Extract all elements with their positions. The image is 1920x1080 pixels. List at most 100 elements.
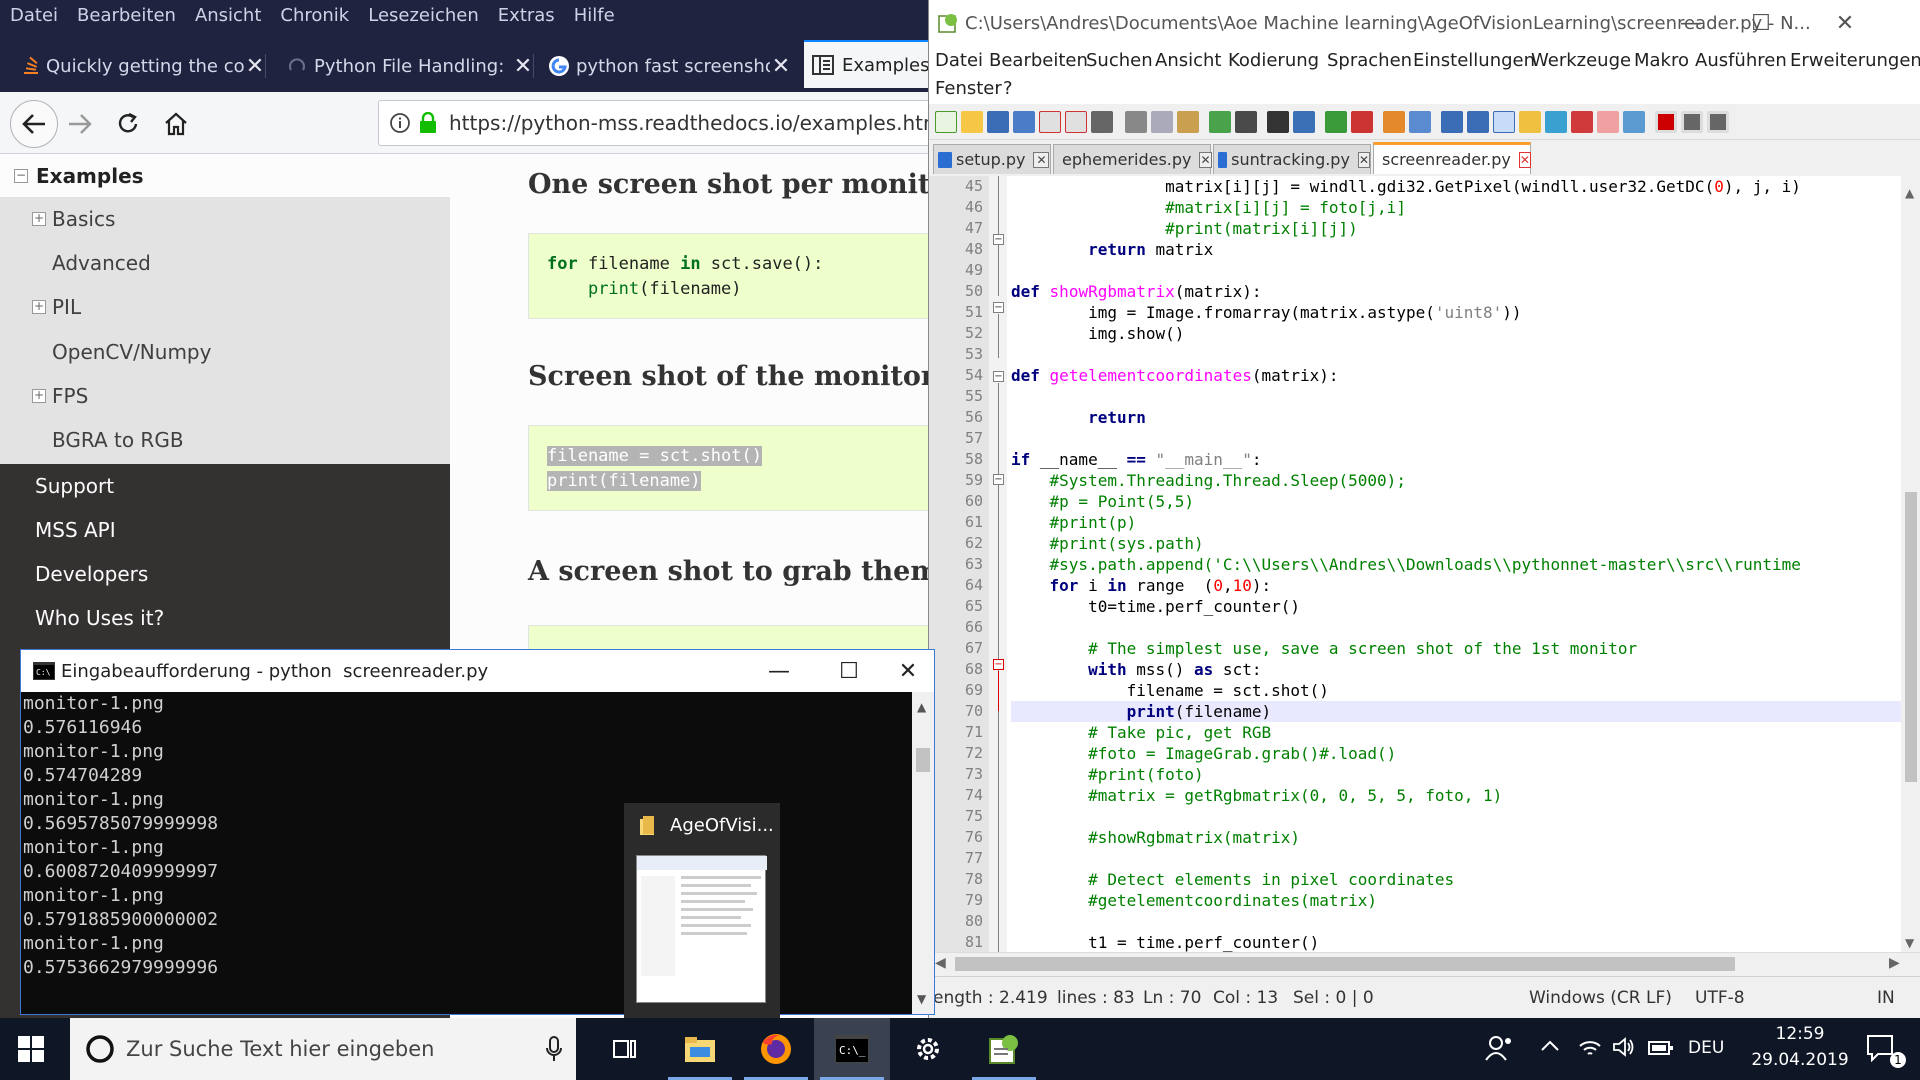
menu-sprachen[interactable]: Sprachen [1327, 50, 1412, 71]
stop-macro-icon[interactable] [1681, 111, 1703, 133]
zoom-in-icon[interactable] [1325, 111, 1347, 133]
clock-date[interactable]: 29.04.2019 [1740, 1050, 1860, 1070]
replace-icon[interactable] [1293, 111, 1315, 133]
taskbar-app-settings[interactable] [890, 1018, 966, 1080]
close-button[interactable]: ✕ [1809, 0, 1881, 46]
browser-tab[interactable]: Quickly getting the co ✕ [16, 44, 266, 88]
taskbar-thumbnail-preview[interactable]: AgeOfVisi... [624, 803, 780, 1018]
language-indicator[interactable]: DEU [1688, 1038, 1724, 1058]
info-icon[interactable] [389, 112, 411, 134]
wifi-icon[interactable] [1578, 1036, 1602, 1058]
play-macro-icon[interactable] [1707, 111, 1729, 133]
save-all-icon[interactable] [1013, 111, 1035, 133]
taskbar-app-explorer[interactable] [662, 1018, 738, 1080]
scroll-up-icon[interactable]: ▲ [917, 700, 926, 714]
file-tab[interactable]: setup.py ✕ [933, 144, 1051, 174]
minimize-button[interactable]: — [1655, 0, 1727, 46]
close-tab-icon[interactable]: ✕ [1033, 151, 1050, 168]
zoom-out-icon[interactable] [1351, 111, 1373, 133]
scroll-left-icon[interactable]: ◀ [935, 955, 946, 971]
sidebar-item-fps[interactable]: + FPS [0, 374, 450, 418]
indent-guide-icon[interactable] [1493, 111, 1515, 133]
fold-collapse-icon[interactable]: − [993, 474, 1004, 485]
redo-icon[interactable] [1235, 111, 1257, 133]
sidebar-item-developers[interactable]: Developers [0, 552, 450, 596]
fold-collapse-icon[interactable]: − [993, 659, 1004, 670]
url-bar[interactable]: https://python-mss.readthedocs.io/exampl… [378, 100, 928, 146]
taskbar-app-firefox[interactable] [738, 1018, 814, 1080]
close-tab-icon[interactable]: ✕ [1518, 151, 1531, 168]
maximize-button[interactable]: ☐ [1725, 0, 1797, 46]
paste-icon[interactable] [1177, 111, 1199, 133]
menu-einstellungen[interactable]: Einstellungen [1413, 50, 1535, 71]
sidebar-item-support[interactable]: Support [0, 464, 450, 508]
sidebar-item-bgra[interactable]: BGRA to RGB [0, 418, 450, 462]
print-icon[interactable] [1091, 111, 1113, 133]
task-view-button[interactable] [586, 1018, 662, 1080]
chevron-up-icon[interactable] [1540, 1038, 1560, 1052]
scrollbar-thumb[interactable] [1905, 492, 1917, 782]
menu-extras[interactable]: Extras [498, 5, 555, 26]
taskbar-app-notepadpp[interactable] [966, 1018, 1042, 1080]
cmd-scrollbar[interactable]: ▲ ▼ [912, 692, 934, 1014]
maximize-button[interactable]: ☐ [813, 650, 885, 692]
people-icon[interactable] [1484, 1034, 1514, 1062]
file-tab[interactable]: suntracking.py ✕ [1213, 144, 1371, 174]
menu-bearbeiten[interactable]: Bearbeiten [989, 50, 1088, 71]
scroll-up-icon[interactable]: ▲ [1905, 186, 1914, 200]
microphone-icon[interactable] [546, 1036, 562, 1062]
show-all-chars-icon[interactable] [1467, 111, 1489, 133]
expand-icon[interactable]: + [32, 212, 46, 226]
file-tab[interactable]: ephemerides.py ✕ [1053, 144, 1212, 174]
sidebar-item-advanced[interactable]: Advanced [0, 241, 450, 285]
save-icon[interactable] [987, 111, 1009, 133]
close-tab-icon[interactable]: ✕ [1357, 151, 1370, 168]
function-list-icon[interactable] [1571, 111, 1593, 133]
browser-tab[interactable]: python fast screensho ✕ [542, 44, 792, 88]
close-tab-icon[interactable]: ✕ [512, 54, 534, 79]
code-editor[interactable]: 45 46 47 48 49 50 51 52 53 54 55 56 57 58 59 60 61 62 63 64… [929, 176, 1920, 952]
menu-help[interactable]: ? [1003, 78, 1013, 99]
windows-start-icon[interactable] [18, 1036, 44, 1062]
doc-map-icon[interactable] [1545, 111, 1567, 133]
copy-icon[interactable] [1151, 111, 1173, 133]
expand-icon[interactable]: + [32, 300, 46, 314]
menu-datei[interactable]: Datei [935, 50, 983, 71]
sidebar-item-basics[interactable]: + Basics [0, 197, 450, 241]
sidebar-item-who-uses[interactable]: Who Uses it? [0, 596, 450, 640]
record-macro-icon[interactable] [1655, 111, 1677, 133]
scroll-right-icon[interactable]: ▶ [1889, 955, 1900, 971]
horizontal-scrollbar[interactable]: ◀ ▶ [929, 952, 1920, 974]
fold-collapse-icon[interactable]: − [993, 234, 1004, 245]
menu-suchen[interactable]: Suchen [1086, 50, 1153, 71]
scroll-down-icon[interactable]: ▼ [1905, 936, 1914, 950]
close-button[interactable]: ✕ [883, 650, 933, 692]
scroll-down-icon[interactable]: ▼ [917, 992, 926, 1006]
sidebar-item-opencv[interactable]: OpenCV/Numpy [0, 330, 450, 374]
menu-ansicht[interactable]: Ansicht [1155, 50, 1221, 71]
close-file-icon[interactable] [1039, 111, 1061, 133]
sidebar-current-section[interactable]: − Examples [0, 155, 450, 197]
scrollbar-thumb[interactable] [955, 957, 1735, 971]
lock-icon[interactable] [419, 112, 437, 134]
home-button[interactable] [158, 106, 194, 142]
browser-tab-active[interactable]: Examples [804, 40, 928, 88]
vertical-scrollbar[interactable]: ▲ ▼ [1901, 176, 1920, 952]
sync-v-icon[interactable] [1383, 111, 1405, 133]
monitoring-icon[interactable] [1623, 111, 1645, 133]
menu-makro[interactable]: Makro [1634, 50, 1689, 71]
cut-icon[interactable] [1125, 111, 1147, 133]
expand-icon[interactable]: + [32, 389, 46, 403]
menu-fenster[interactable]: Fenster [935, 78, 1002, 99]
menu-datei[interactable]: Datei [10, 5, 58, 26]
find-icon[interactable] [1267, 111, 1289, 133]
open-file-icon[interactable] [961, 111, 983, 133]
menu-lesezeichen[interactable]: Lesezeichen [368, 5, 479, 26]
new-file-icon[interactable] [935, 111, 957, 133]
menu-chronik[interactable]: Chronik [280, 5, 349, 26]
taskbar-search-box[interactable]: Zur Suche Text hier eingeben [70, 1018, 576, 1080]
taskbar-app-cmd[interactable]: C:\_ [814, 1018, 890, 1080]
close-tab-icon[interactable]: ✕ [244, 54, 266, 79]
menu-ansicht[interactable]: Ansicht [195, 5, 261, 26]
battery-icon[interactable] [1648, 1040, 1674, 1056]
